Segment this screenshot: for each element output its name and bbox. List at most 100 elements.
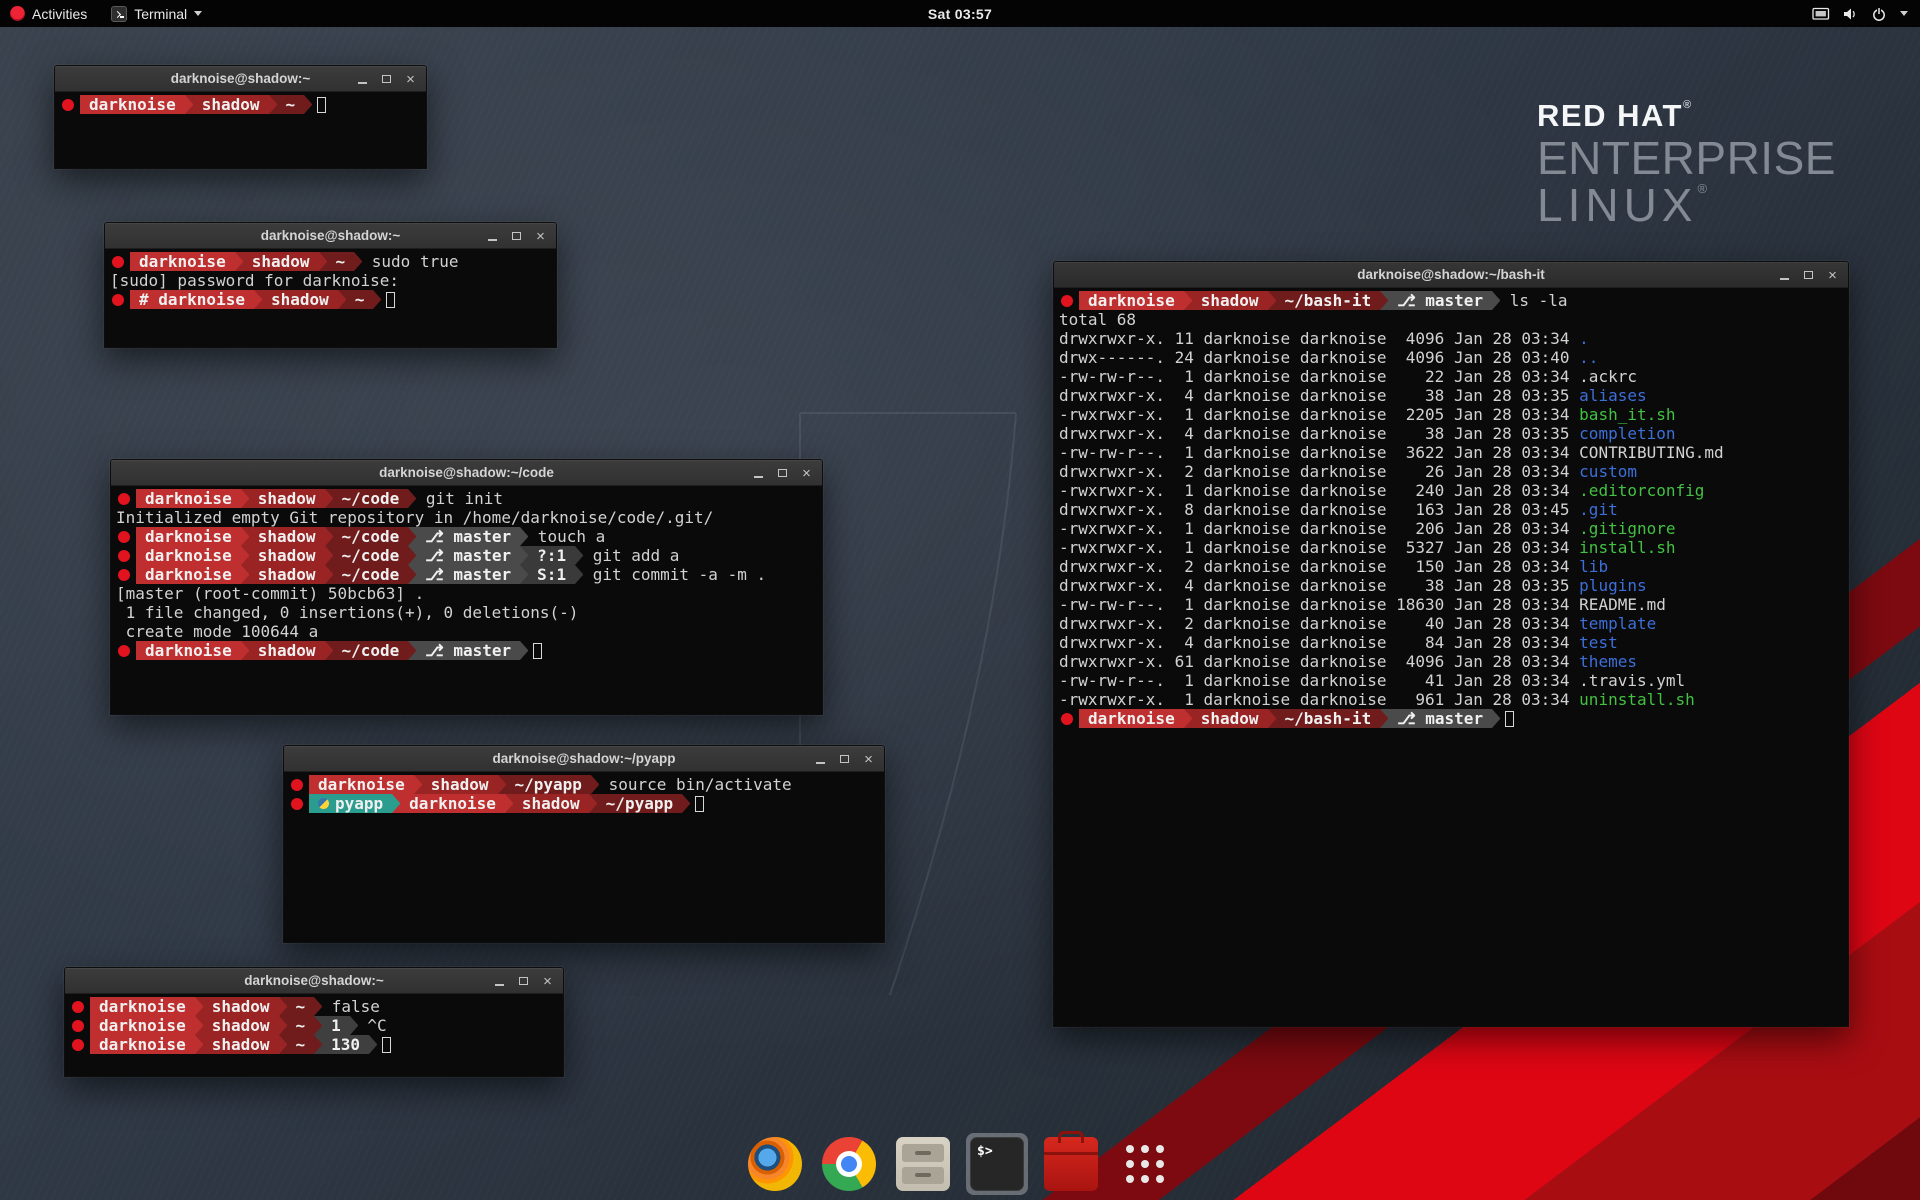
terminal-line: drwxrwxr-x. 2 darknoise darknoise 150 Ja…: [1059, 557, 1843, 576]
desktop[interactable]: RED HAT® ENTERPRISE LINUX® darknoise@sha…: [0, 0, 1920, 1200]
powerline-arrow-icon: [408, 565, 416, 584]
prompt-segment: ⎇ master: [416, 527, 520, 546]
dock-item-chrome[interactable]: [818, 1133, 880, 1195]
terminal-window[interactable]: darknoise@shadow:~ × darknoiseshadow~ su…: [104, 222, 557, 348]
terminal-line: # darknoiseshadow~: [110, 290, 551, 309]
maximize-button[interactable]: [1801, 268, 1816, 283]
minimize-button[interactable]: [355, 72, 370, 87]
prompt-segment: shadow: [513, 794, 589, 813]
redhat-prompt-icon: [72, 1020, 84, 1032]
terminal-window[interactable]: darknoise@shadow:~ × darknoiseshadow~: [54, 65, 427, 169]
terminal-cursor: [317, 97, 326, 113]
prompt-segment: shadow: [249, 565, 325, 584]
terminal-line: drwxrwxr-x. 8 darknoise darknoise 163 Ja…: [1059, 500, 1843, 519]
terminal-content[interactable]: darknoiseshadow~: [55, 92, 426, 168]
redhat-prompt-icon: [1061, 295, 1073, 307]
prompt-segment: ~/bash-it: [1276, 709, 1381, 728]
powerline-arrow-icon: [408, 641, 416, 660]
prompt-segment: darknoise: [130, 252, 235, 271]
files-icon: [896, 1137, 950, 1191]
prompt-segment: shadow: [203, 997, 279, 1016]
powerline-arrow-icon: [314, 1016, 322, 1035]
close-button[interactable]: ×: [533, 229, 548, 244]
powerline-arrow-icon: [408, 546, 416, 565]
prompt-segment: ⎇ master: [1388, 709, 1492, 728]
window-title: darknoise@shadow:~/code: [379, 465, 554, 480]
dock-item-show-applications[interactable]: [1114, 1133, 1176, 1195]
close-button[interactable]: ×: [799, 466, 814, 481]
terminal-text: false: [322, 997, 380, 1016]
prompt-segment: shadow: [203, 1035, 279, 1054]
window-titlebar[interactable]: darknoise@shadow:~ ×: [105, 223, 556, 249]
prompt-segment: darknoise: [1079, 709, 1184, 728]
close-button[interactable]: ×: [540, 974, 555, 989]
activities-button[interactable]: Activities: [10, 0, 87, 27]
minimize-button[interactable]: [485, 229, 500, 244]
minimize-button[interactable]: [751, 466, 766, 481]
prompt-segment: ~/code: [333, 565, 409, 584]
terminal-content[interactable]: darknoiseshadow~/bash-it⎇ master ls -lat…: [1054, 288, 1848, 1026]
terminal-cursor: [695, 796, 704, 812]
maximize-button[interactable]: [516, 974, 531, 989]
terminal-cursor: [382, 1037, 391, 1053]
maximize-button[interactable]: [509, 229, 524, 244]
close-button[interactable]: ×: [1825, 268, 1840, 283]
dock-item-firefox[interactable]: [744, 1133, 806, 1195]
redhat-prompt-icon: [112, 294, 124, 306]
minimize-button[interactable]: [492, 974, 507, 989]
terminal-window[interactable]: darknoise@shadow:~ × darknoiseshadow~ fa…: [64, 967, 564, 1077]
powerline-arrow-icon: [520, 565, 528, 584]
window-titlebar[interactable]: darknoise@shadow:~/bash-it ×: [1054, 262, 1848, 288]
window-title: darknoise@shadow:~: [171, 71, 311, 86]
powerline-arrow-icon: [1492, 709, 1500, 728]
terminal-cursor: [386, 292, 395, 308]
prompt-segment: 1: [322, 1016, 350, 1035]
registered-mark: ®: [1697, 181, 1712, 196]
terminal-content[interactable]: darknoiseshadow~ falsedarknoiseshadow~1 …: [65, 994, 563, 1076]
system-status-area[interactable]: [1812, 6, 1920, 22]
terminal-text: -rw-rw-r--. 1 darknoise darknoise 3622 J…: [1059, 443, 1579, 462]
maximize-button[interactable]: [837, 752, 852, 767]
close-button[interactable]: ×: [861, 752, 876, 767]
terminal-text: drwxrwxr-x. 11 darknoise darknoise 4096 …: [1059, 329, 1579, 348]
window-titlebar[interactable]: darknoise@shadow:~ ×: [55, 66, 426, 92]
redhat-prompt-icon: [72, 1039, 84, 1051]
terminal-text: .gitignore: [1579, 519, 1675, 538]
terminal-text: git add a: [583, 546, 679, 565]
close-button[interactable]: ×: [403, 72, 418, 87]
terminal-line: drwx------. 24 darknoise darknoise 4096 …: [1059, 348, 1843, 367]
dock-item-files[interactable]: [892, 1133, 954, 1195]
powerline-arrow-icon: [325, 546, 333, 565]
terminal-line: darknoiseshadow~: [60, 95, 421, 114]
maximize-button[interactable]: [775, 466, 790, 481]
terminal-content[interactable]: darknoiseshadow~/code git initInitialize…: [111, 486, 822, 714]
registered-mark: ®: [1683, 99, 1693, 111]
terminal-window[interactable]: darknoise@shadow:~/bash-it × darknoisesh…: [1053, 261, 1849, 1027]
minimize-button[interactable]: [1777, 268, 1792, 283]
dock-item-software-toolbox[interactable]: [1040, 1133, 1102, 1195]
powerline-arrow-icon: [1380, 709, 1388, 728]
app-menu-terminal[interactable]: Terminal: [111, 0, 202, 27]
terminal-window[interactable]: darknoise@shadow:~/pyapp × darknoiseshad…: [283, 745, 885, 943]
terminal-content[interactable]: darknoiseshadow~/pyapp source bin/activa…: [284, 772, 884, 942]
terminal-text: .editorconfig: [1579, 481, 1704, 500]
maximize-button[interactable]: [379, 72, 394, 87]
terminal-text: ls -la: [1500, 291, 1567, 310]
terminal-window[interactable]: darknoise@shadow:~/code × darknoiseshado…: [110, 459, 823, 715]
window-titlebar[interactable]: darknoise@shadow:~ ×: [65, 968, 563, 994]
terminal-line: drwxrwxr-x. 4 darknoise darknoise 38 Jan…: [1059, 576, 1843, 595]
window-titlebar[interactable]: darknoise@shadow:~/code ×: [111, 460, 822, 486]
minimize-button[interactable]: [813, 752, 828, 767]
powerline-arrow-icon: [520, 527, 528, 546]
clock[interactable]: Sat 03:57: [928, 6, 992, 22]
terminal-text: drwx------. 24 darknoise darknoise 4096 …: [1059, 348, 1579, 367]
terminal-line: [sudo] password for darknoise:: [110, 271, 551, 290]
powerline-arrow-icon: [241, 489, 249, 508]
dock-item-terminal[interactable]: $>: [966, 1133, 1028, 1195]
window-titlebar[interactable]: darknoise@shadow:~/pyapp ×: [284, 746, 884, 772]
terminal-text: Initialized empty Git repository in /hom…: [116, 508, 713, 527]
terminal-text: bash_it.sh: [1579, 405, 1675, 424]
terminal-content[interactable]: darknoiseshadow~ sudo true[sudo] passwor…: [105, 249, 556, 347]
powerline-arrow-icon: [279, 1035, 287, 1054]
prompt-segment: ~: [287, 1035, 315, 1054]
